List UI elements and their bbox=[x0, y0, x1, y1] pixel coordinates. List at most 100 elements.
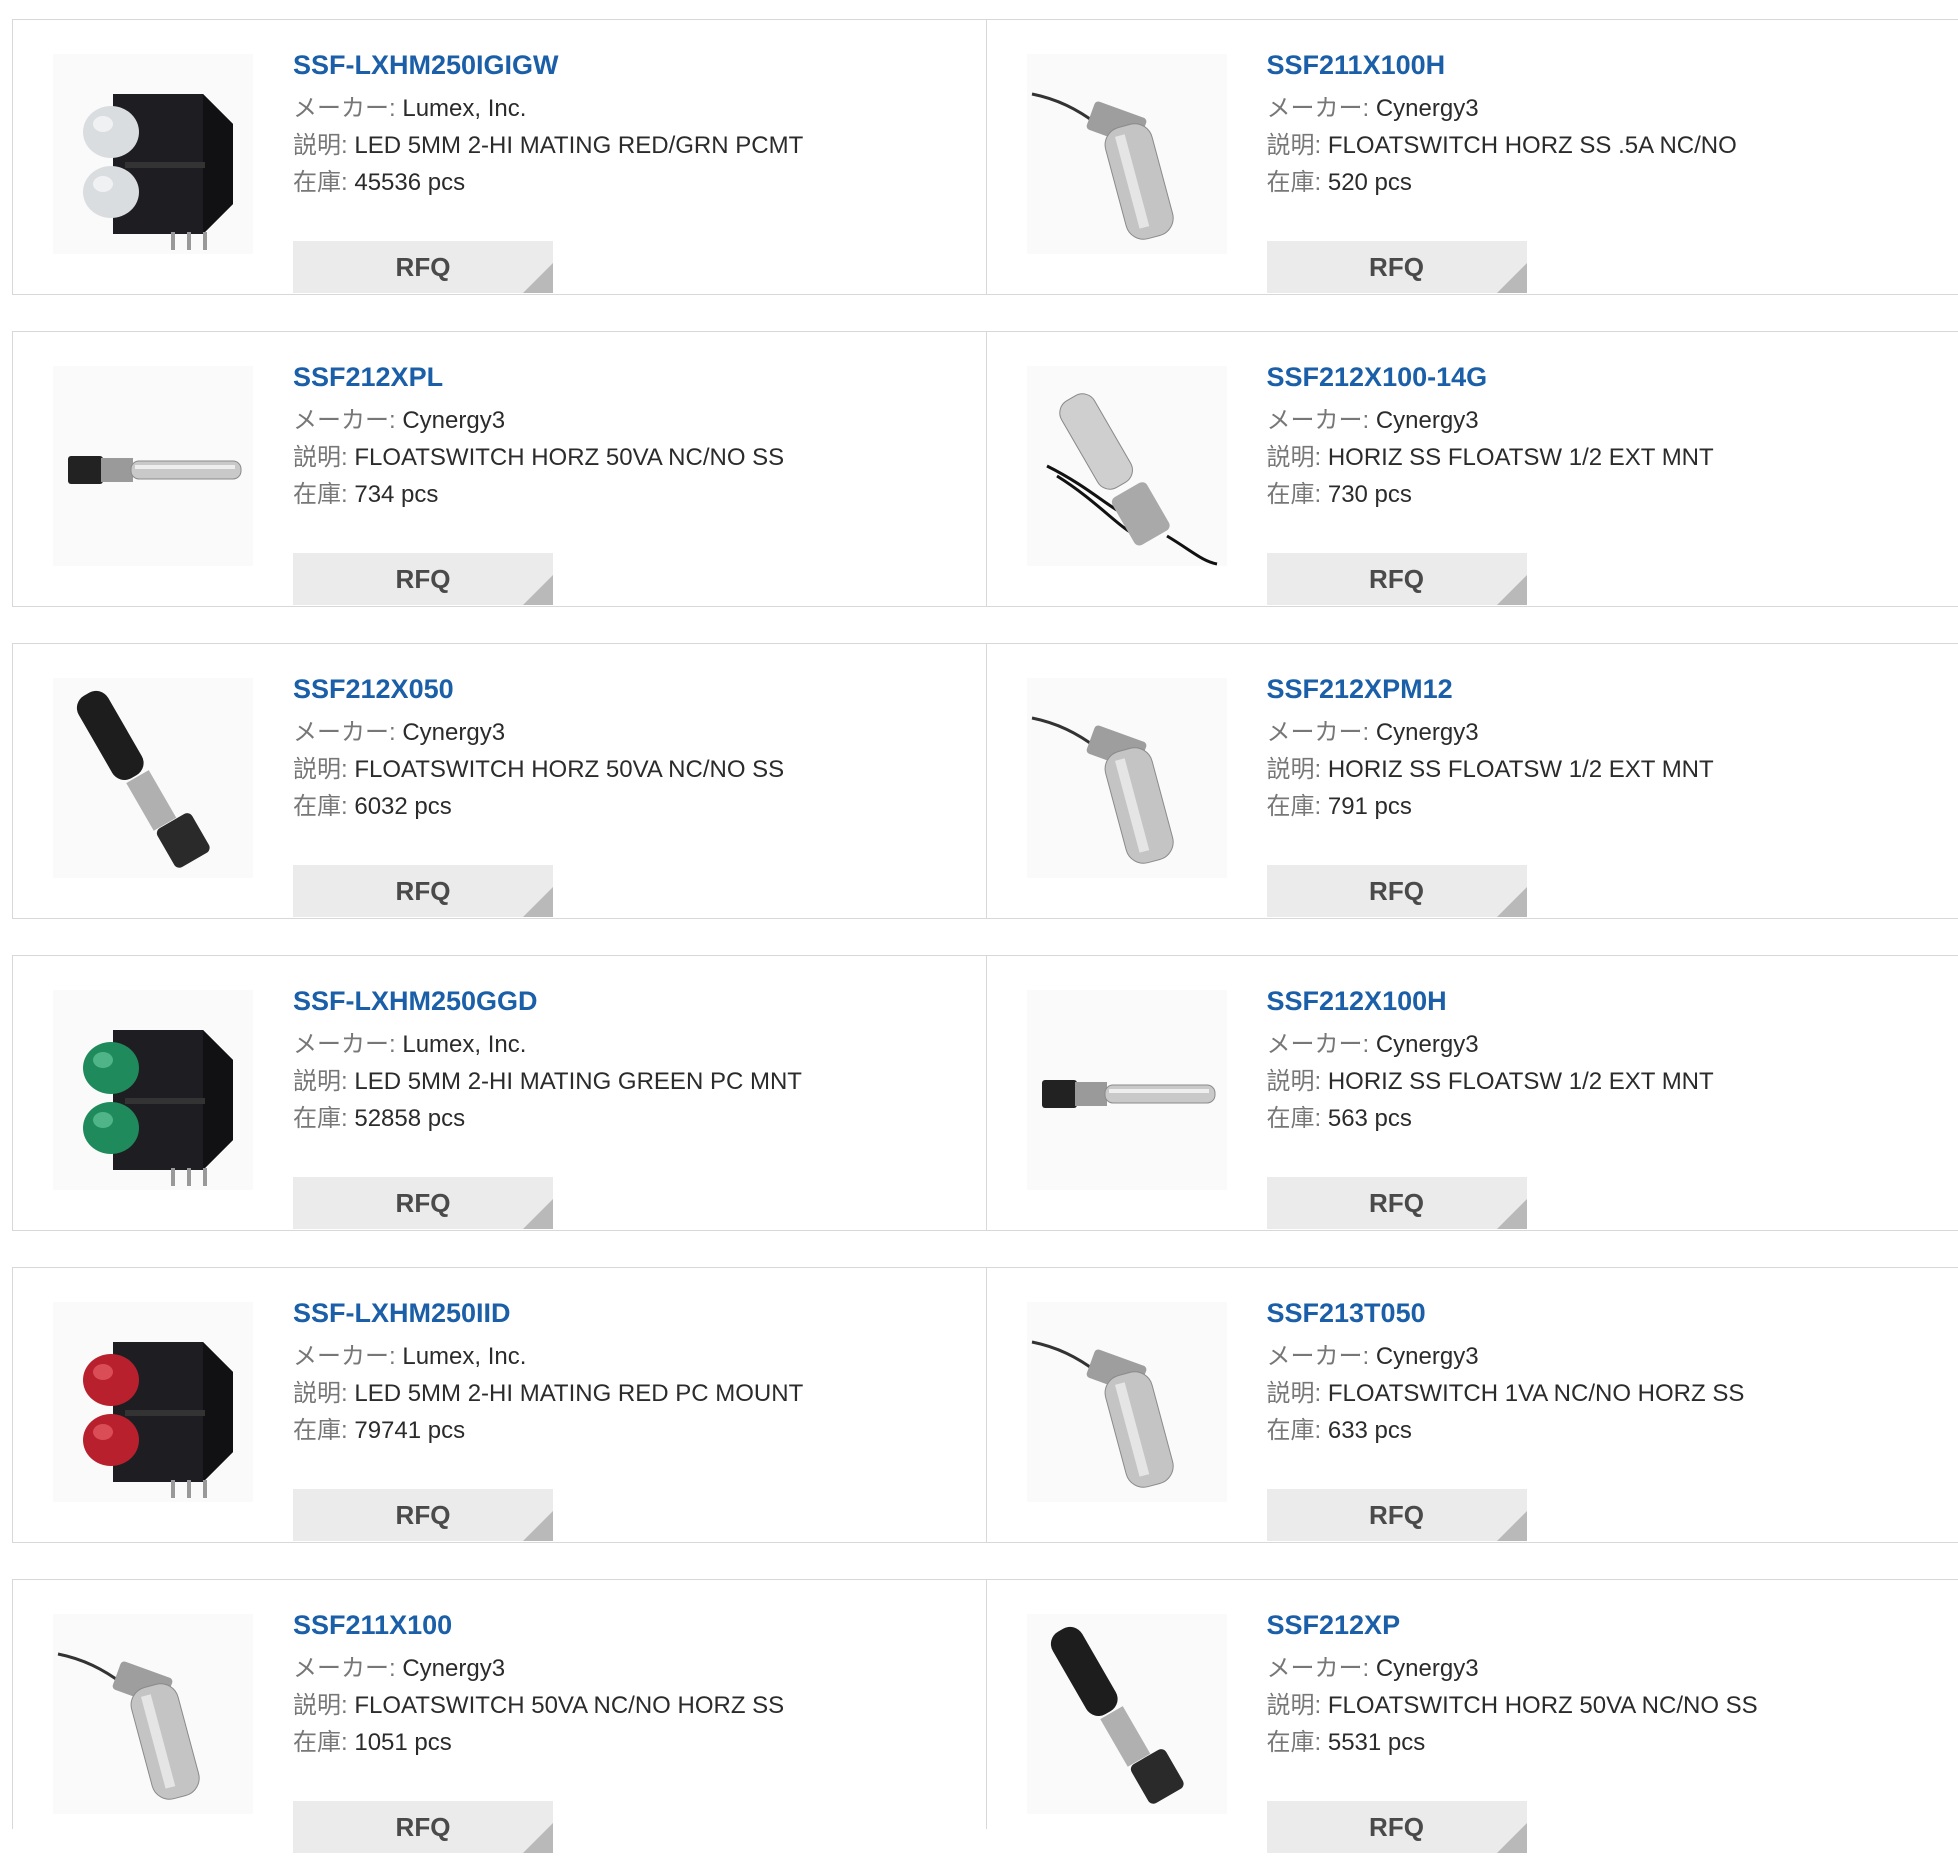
description-line: 説明: LED 5MM 2-HI MATING RED/GRN PCMT bbox=[293, 127, 966, 164]
rfq-button[interactable]: RFQ bbox=[1267, 1489, 1527, 1541]
product-row: SSF-LXHM250IID メーカー: Lumex, Inc. 説明: LED… bbox=[12, 1267, 1958, 1543]
rfq-label: RFQ bbox=[396, 564, 451, 594]
stock-label: 在庫: bbox=[293, 481, 348, 508]
rfq-button[interactable]: RFQ bbox=[293, 241, 553, 293]
product-thumbnail[interactable] bbox=[1027, 990, 1227, 1190]
part-number-link[interactable]: SSF212XPL bbox=[293, 360, 966, 394]
maker-value: Cynergy3 bbox=[1376, 719, 1479, 746]
product-info: SSF213T050 メーカー: Cynergy3 説明: FLOATSWITC… bbox=[1267, 1296, 1939, 1449]
maker-line: メーカー: Cynergy3 bbox=[1267, 1338, 1939, 1375]
product-card: SSF-LXHM250IID メーカー: Lumex, Inc. 説明: LED… bbox=[13, 1268, 986, 1542]
rfq-label: RFQ bbox=[1369, 1500, 1424, 1530]
product-thumbnail[interactable] bbox=[53, 1614, 253, 1814]
part-number-link[interactable]: SSF-LXHM250GGD bbox=[293, 984, 966, 1018]
part-number-link[interactable]: SSF213T050 bbox=[1267, 1296, 1939, 1330]
stock-value: 79741 pcs bbox=[354, 1417, 465, 1444]
maker-value: Cynergy3 bbox=[1376, 95, 1479, 122]
product-thumbnail[interactable] bbox=[53, 54, 253, 254]
product-card: SSF212XP メーカー: Cynergy3 説明: FLOATSWITCH … bbox=[986, 1580, 1958, 1829]
stock-line: 在庫: 5531 pcs bbox=[1267, 1724, 1939, 1761]
rfq-button[interactable]: RFQ bbox=[293, 865, 553, 917]
rfq-button[interactable]: RFQ bbox=[1267, 865, 1527, 917]
description-value: FLOATSWITCH 1VA NC/NO HORZ SS bbox=[1328, 1380, 1744, 1407]
led-dual-green-icon bbox=[53, 990, 253, 1190]
corner-triangle-icon bbox=[1497, 1511, 1527, 1541]
description-label: 説明: bbox=[293, 756, 348, 783]
stock-line: 在庫: 79741 pcs bbox=[293, 1412, 966, 1449]
rfq-label: RFQ bbox=[396, 1500, 451, 1530]
rfq-label: RFQ bbox=[396, 252, 451, 282]
float-switch-horizontal-icon bbox=[1027, 990, 1227, 1190]
product-thumbnail[interactable] bbox=[1027, 1614, 1227, 1814]
maker-value: Cynergy3 bbox=[402, 719, 505, 746]
description-label: 説明: bbox=[1267, 1380, 1322, 1407]
rfq-button[interactable]: RFQ bbox=[293, 1489, 553, 1541]
rfq-button[interactable]: RFQ bbox=[1267, 553, 1527, 605]
rfq-label: RFQ bbox=[1369, 876, 1424, 906]
part-number-link[interactable]: SSF212XP bbox=[1267, 1608, 1939, 1642]
product-thumbnail[interactable] bbox=[1027, 678, 1227, 878]
description-line: 説明: LED 5MM 2-HI MATING GREEN PC MNT bbox=[293, 1063, 966, 1100]
maker-label: メーカー: bbox=[1267, 1655, 1370, 1682]
product-card: SSF212X100H メーカー: Cynergy3 説明: HORIZ SS … bbox=[986, 956, 1958, 1230]
rfq-label: RFQ bbox=[396, 876, 451, 906]
product-thumbnail[interactable] bbox=[53, 678, 253, 878]
stock-line: 在庫: 1051 pcs bbox=[293, 1724, 966, 1761]
stock-label: 在庫: bbox=[293, 169, 348, 196]
description-value: FLOATSWITCH HORZ 50VA NC/NO SS bbox=[354, 444, 784, 471]
part-number-link[interactable]: SSF211X100 bbox=[293, 1608, 966, 1642]
part-number-link[interactable]: SSF212XPM12 bbox=[1267, 672, 1939, 706]
rfq-button[interactable]: RFQ bbox=[293, 553, 553, 605]
part-number-link[interactable]: SSF212X100H bbox=[1267, 984, 1939, 1018]
rfq-label: RFQ bbox=[396, 1188, 451, 1218]
description-label: 説明: bbox=[293, 1380, 348, 1407]
stock-line: 在庫: 563 pcs bbox=[1267, 1100, 1939, 1137]
description-line: 説明: FLOATSWITCH HORZ 50VA NC/NO SS bbox=[293, 751, 966, 788]
rfq-label: RFQ bbox=[1369, 1812, 1424, 1842]
product-thumbnail[interactable] bbox=[1027, 54, 1227, 254]
product-thumbnail[interactable] bbox=[1027, 1302, 1227, 1502]
corner-triangle-icon bbox=[1497, 1823, 1527, 1853]
led-dual-white-icon bbox=[53, 54, 253, 254]
product-thumbnail[interactable] bbox=[1027, 366, 1227, 566]
rfq-button[interactable]: RFQ bbox=[1267, 241, 1527, 293]
maker-label: メーカー: bbox=[1267, 719, 1370, 746]
stock-line: 在庫: 734 pcs bbox=[293, 476, 966, 513]
product-card: SSF212XPM12 メーカー: Cynergy3 説明: HORIZ SS … bbox=[986, 644, 1958, 918]
product-thumbnail[interactable] bbox=[53, 366, 253, 566]
stock-value: 5531 pcs bbox=[1328, 1729, 1425, 1756]
product-thumbnail[interactable] bbox=[53, 990, 253, 1190]
stock-line: 在庫: 45536 pcs bbox=[293, 164, 966, 201]
stock-label: 在庫: bbox=[293, 1729, 348, 1756]
product-info: SSF-LXHM250GGD メーカー: Lumex, Inc. 説明: LED… bbox=[293, 984, 966, 1137]
maker-label: メーカー: bbox=[1267, 1031, 1370, 1058]
description-value: LED 5MM 2-HI MATING GREEN PC MNT bbox=[354, 1068, 802, 1095]
maker-value: Cynergy3 bbox=[1376, 1655, 1479, 1682]
product-card: SSF-LXHM250GGD メーカー: Lumex, Inc. 説明: LED… bbox=[13, 956, 986, 1230]
part-number-link[interactable]: SSF212X050 bbox=[293, 672, 966, 706]
float-switch-wired-icon bbox=[1027, 366, 1227, 566]
part-number-link[interactable]: SSF-LXHM250IGIGW bbox=[293, 48, 966, 82]
rfq-button[interactable]: RFQ bbox=[293, 1177, 553, 1229]
maker-value: Cynergy3 bbox=[1376, 1343, 1479, 1370]
product-thumbnail[interactable] bbox=[53, 1302, 253, 1502]
stock-value: 1051 pcs bbox=[354, 1729, 451, 1756]
product-card: SSF213T050 メーカー: Cynergy3 説明: FLOATSWITC… bbox=[986, 1268, 1958, 1542]
rfq-button[interactable]: RFQ bbox=[293, 1801, 553, 1853]
description-value: HORIZ SS FLOATSW 1/2 EXT MNT bbox=[1328, 756, 1714, 783]
maker-line: メーカー: Cynergy3 bbox=[293, 714, 966, 751]
maker-label: メーカー: bbox=[1267, 1343, 1370, 1370]
stock-line: 在庫: 730 pcs bbox=[1267, 476, 1939, 513]
rfq-button[interactable]: RFQ bbox=[1267, 1801, 1527, 1853]
corner-triangle-icon bbox=[1497, 263, 1527, 293]
rfq-button[interactable]: RFQ bbox=[1267, 1177, 1527, 1229]
part-number-link[interactable]: SSF-LXHM250IID bbox=[293, 1296, 966, 1330]
maker-value: Cynergy3 bbox=[1376, 1031, 1479, 1058]
description-label: 説明: bbox=[1267, 756, 1322, 783]
part-number-link[interactable]: SSF212X100-14G bbox=[1267, 360, 1939, 394]
maker-line: メーカー: Cynergy3 bbox=[293, 402, 966, 439]
stock-value: 633 pcs bbox=[1328, 1417, 1412, 1444]
product-info: SSF212X050 メーカー: Cynergy3 説明: FLOATSWITC… bbox=[293, 672, 966, 825]
part-number-link[interactable]: SSF211X100H bbox=[1267, 48, 1939, 82]
rfq-label: RFQ bbox=[396, 1812, 451, 1842]
